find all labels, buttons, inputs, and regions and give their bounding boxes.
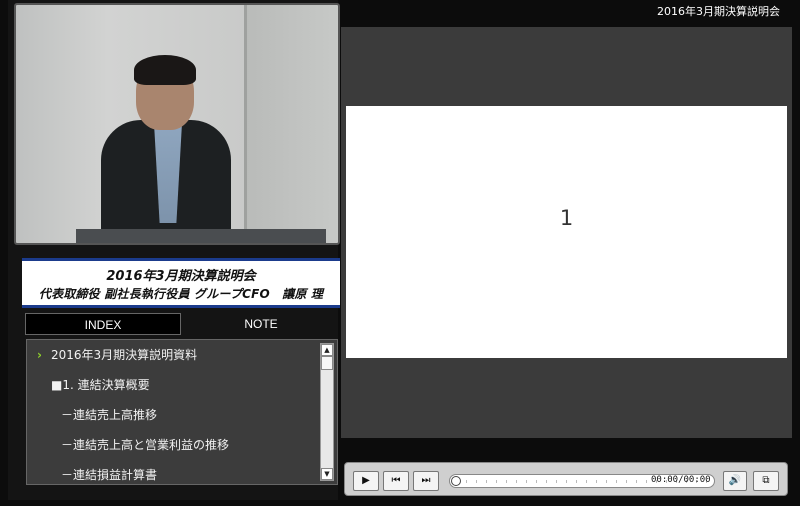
tab-index[interactable]: INDEX <box>25 313 181 335</box>
event-title: 2016年3月期決算説明会 <box>657 5 780 18</box>
presenter-event-title: 2016年3月期決算説明会 <box>106 269 256 284</box>
slide-number: 1 <box>559 206 574 230</box>
slide: 1 <box>346 106 787 358</box>
scroll-thumb[interactable] <box>321 356 333 370</box>
player-window: 2016年3月期決算説明会 代表取締役 副社長執行役員 グループCFO 讓原 理… <box>0 0 800 506</box>
time-display: 00:00/00:00 <box>651 475 711 485</box>
index-item[interactable]: ■1. 連結決算概要 <box>27 370 319 400</box>
index-list: › 2016年3月期決算説明資料 ■1. 連結決算概要 －連結売上高推移 －連結売… <box>27 340 319 484</box>
next-icon[interactable]: ⏭ <box>413 471 439 491</box>
current-item-arrow-icon: › <box>37 348 42 362</box>
index-item-label: 2016年3月期決算説明資料 <box>51 348 198 362</box>
previous-icon[interactable]: ⏮ <box>383 471 409 491</box>
tab-note[interactable]: NOTE <box>186 313 336 335</box>
video-background-wall-right <box>246 5 338 243</box>
index-item[interactable]: －連結売上高推移 <box>27 400 319 430</box>
speaker-video[interactable] <box>14 3 340 245</box>
scroll-up-icon[interactable]: ▲ <box>321 344 333 356</box>
panel-tabs: INDEX NOTE <box>22 313 340 335</box>
player-controls: ▶ ⏮ ⏭ 00:00/00:00 🔊 ⧉ <box>344 462 788 496</box>
popout-icon[interactable]: ⧉ <box>753 471 779 491</box>
presenter-title-panel: 2016年3月期決算説明会 代表取締役 副社長執行役員 グループCFO 讓原 理 <box>22 258 340 308</box>
video-wall-seam <box>244 5 247 243</box>
index-scrollbar[interactable]: ▲ ▼ <box>320 343 334 481</box>
index-item-label: ■1. 連結決算概要 <box>51 378 150 392</box>
volume-icon[interactable]: 🔊 <box>723 471 747 491</box>
index-list-panel: › 2016年3月期決算説明資料 ■1. 連結決算概要 －連結売上高推移 －連結売… <box>26 339 338 485</box>
index-item[interactable]: › 2016年3月期決算説明資料 <box>27 340 319 370</box>
podium <box>76 229 326 243</box>
index-item-label: －連結売上高推移 <box>61 408 158 422</box>
play-icon[interactable]: ▶ <box>353 471 379 491</box>
seek-handle[interactable] <box>451 476 461 486</box>
index-item-label: －連結売上高と営業利益の推移 <box>61 438 230 452</box>
slide-area: 1 <box>341 27 792 438</box>
index-item[interactable]: －連結売上高と営業利益の推移 <box>27 430 319 460</box>
index-item-label: －連結損益計算書 <box>61 468 158 482</box>
presenter-name: 代表取締役 副社長執行役員 グループCFO 讓原 理 <box>38 287 324 301</box>
index-item[interactable]: －連結損益計算書 <box>27 460 319 484</box>
scroll-down-icon[interactable]: ▼ <box>321 468 333 480</box>
left-column: 2016年3月期決算説明会 代表取締役 副社長執行役員 グループCFO 讓原 理… <box>8 0 340 500</box>
speaker-hair <box>134 55 196 85</box>
